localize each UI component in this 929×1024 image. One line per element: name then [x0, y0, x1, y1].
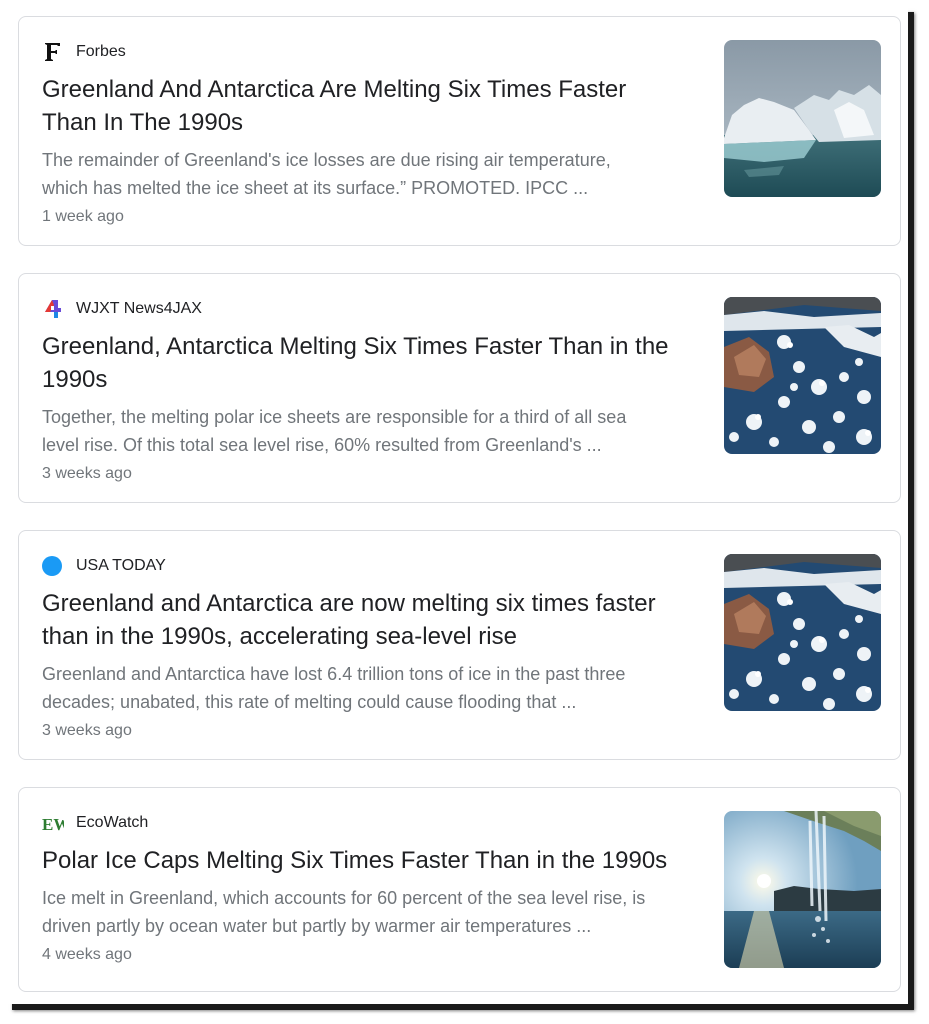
source-name: Forbes — [76, 43, 126, 60]
ecowatch-logo-icon: EW — [42, 812, 70, 834]
aerial-sea-ice-thumbnail[interactable] — [724, 297, 881, 454]
source-name: WJXT News4JAX — [76, 300, 202, 317]
headline-link[interactable]: Greenland and Antarctica are now melting… — [42, 587, 707, 653]
news-card-wjxt[interactable]: WJXT News4JAX Greenland, Antarctica Melt… — [18, 273, 901, 503]
snippet: Ice melt in Greenland, which accounts fo… — [42, 888, 646, 936]
published-age: 3 weeks ago — [42, 722, 132, 739]
source-name: USA TODAY — [76, 557, 166, 574]
source-row: WJXT News4JAX — [42, 298, 202, 320]
news-card-forbes[interactable]: Forbes Greenland And Antarctica Are Melt… — [18, 16, 901, 246]
snippet: Greenland and Antarctica have lost 6.4 t… — [42, 664, 626, 712]
news-card-ecowatch[interactable]: EW EcoWatch Polar Ice Caps Melting Six T… — [18, 787, 901, 992]
source-row: USA TODAY — [42, 555, 166, 577]
source-row: Forbes — [42, 41, 126, 63]
headline-link[interactable]: Greenland And Antarctica Are Melting Six… — [42, 73, 707, 139]
headline-link[interactable]: Polar Ice Caps Melting Six Times Faster … — [42, 844, 707, 877]
published-age: 4 weeks ago — [42, 946, 132, 963]
published-age: 1 week ago — [42, 208, 124, 225]
news-card-usa-today[interactable]: USA TODAY Greenland and Antarctica are n… — [18, 530, 901, 760]
iceberg-thumbnail[interactable] — [724, 40, 881, 197]
source-row: EW EcoWatch — [42, 812, 148, 834]
forbes-logo-icon — [42, 41, 64, 63]
snippet: Together, the melting polar ice sheets a… — [42, 407, 627, 455]
headline-link[interactable]: Greenland, Antarctica Melting Six Times … — [42, 330, 707, 396]
snippet: The remainder of Greenland's ice losses … — [42, 150, 611, 198]
usa-today-dot-icon — [42, 555, 64, 577]
published-age: 3 weeks ago — [42, 465, 132, 482]
meltwater-waterfall-thumbnail[interactable] — [724, 811, 881, 968]
source-name: EcoWatch — [76, 814, 149, 831]
aerial-sea-ice-thumbnail[interactable] — [724, 554, 881, 711]
news-results-panel: Forbes Greenland And Antarctica Are Melt… — [6, 6, 908, 1004]
news4jax-logo-icon — [42, 298, 64, 320]
svg-text:EW: EW — [42, 815, 64, 834]
